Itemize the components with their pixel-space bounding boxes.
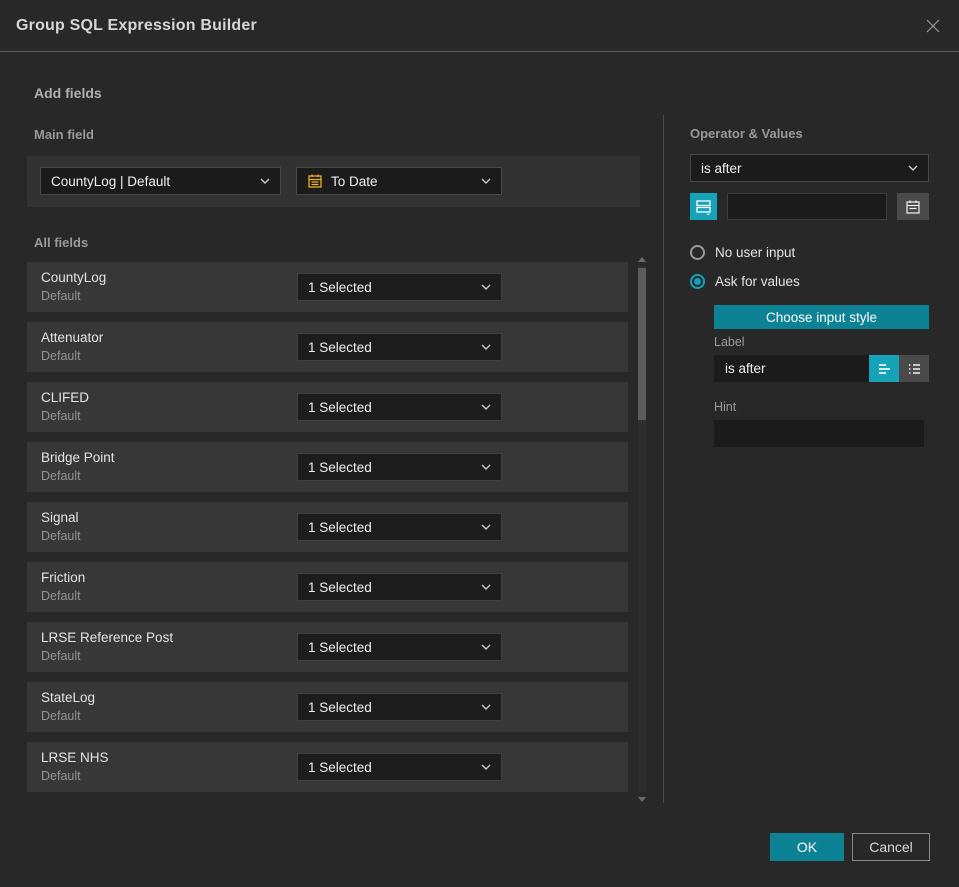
date-picker-button[interactable] <box>897 193 929 220</box>
close-icon <box>926 19 940 33</box>
radio-ask-for-values[interactable]: Ask for values <box>690 274 800 289</box>
field-selection-dropdown[interactable]: 1 Selected <box>297 693 502 721</box>
radio-circle-icon <box>690 245 705 260</box>
scroll-up-icon <box>638 256 646 262</box>
field-selection-dropdown[interactable]: 1 Selected <box>297 513 502 541</box>
operator-select-value: is after <box>701 160 742 176</box>
value-input[interactable] <box>727 193 887 220</box>
field-row: Signal Default 1 Selected <box>27 502 628 552</box>
ok-button[interactable]: OK <box>770 833 844 861</box>
chevron-down-icon <box>481 764 491 770</box>
field-selection-value: 1 Selected <box>308 519 372 535</box>
group-sql-expression-builder-dialog: Group SQL Expression Builder Add fields … <box>0 0 959 887</box>
field-selection-dropdown[interactable]: 1 Selected <box>297 333 502 361</box>
chevron-down-icon <box>481 644 491 650</box>
scrollbar-thumb[interactable] <box>638 268 646 420</box>
field-row: Friction Default 1 Selected <box>27 562 628 612</box>
value-row <box>690 193 929 220</box>
label-input[interactable] <box>714 355 869 382</box>
scroll-down-button[interactable] <box>636 794 648 804</box>
operator-values-heading: Operator & Values <box>690 126 803 141</box>
dialog-header: Group SQL Expression Builder <box>0 0 959 52</box>
unique-values-button[interactable] <box>690 193 717 220</box>
field-row: StateLog Default 1 Selected <box>27 682 628 732</box>
radio-circle-icon <box>690 274 705 289</box>
list-style-toggle[interactable] <box>899 355 929 382</box>
chevron-down-icon <box>481 704 491 710</box>
field-row: Bridge Point Default 1 Selected <box>27 442 628 492</box>
radio-label: No user input <box>715 245 796 260</box>
values-list-icon <box>696 200 711 215</box>
field-row: LRSE NHS Default 1 Selected <box>27 742 628 792</box>
all-fields-label: All fields <box>34 235 89 250</box>
operator-select[interactable]: is after <box>690 154 929 182</box>
calendar-icon <box>308 174 322 188</box>
field-selection-value: 1 Selected <box>308 459 372 475</box>
field-selection-dropdown[interactable]: 1 Selected <box>297 453 502 481</box>
dialog-title: Group SQL Expression Builder <box>16 16 257 34</box>
choose-input-style-button[interactable]: Choose input style <box>714 305 929 329</box>
bulleted-list-icon <box>908 364 920 374</box>
field-row: Attenuator Default 1 Selected <box>27 322 628 372</box>
main-field-label: Main field <box>34 127 94 142</box>
all-fields-list: CountyLog Default 1 Selected Attenuator … <box>27 262 628 802</box>
field-selection-dropdown[interactable]: 1 Selected <box>297 633 502 661</box>
field-row: LRSE Reference Post Default 1 Selected <box>27 622 628 672</box>
scroll-up-button[interactable] <box>636 254 648 264</box>
chevron-down-icon <box>481 344 491 350</box>
date-type-select[interactable]: To Date <box>296 167 502 195</box>
field-row: CountyLog Default 1 Selected <box>27 262 628 312</box>
date-type-select-value: To Date <box>331 173 378 189</box>
scroll-down-icon <box>638 796 646 802</box>
chevron-down-icon <box>481 178 491 184</box>
chevron-down-icon <box>481 464 491 470</box>
add-fields-heading: Add fields <box>34 85 102 101</box>
calendar-icon <box>906 200 920 214</box>
radio-label: Ask for values <box>715 274 800 289</box>
main-field-select-value: CountyLog | Default <box>51 173 171 189</box>
field-selection-dropdown[interactable]: 1 Selected <box>297 753 502 781</box>
field-selection-value: 1 Selected <box>308 279 372 295</box>
main-field-select[interactable]: CountyLog | Default <box>40 167 281 195</box>
hint-caption: Hint <box>714 400 737 414</box>
field-selection-value: 1 Selected <box>308 339 372 355</box>
panel-divider <box>663 115 664 803</box>
cancel-button[interactable]: Cancel <box>852 833 930 861</box>
chevron-down-icon <box>481 284 491 290</box>
field-selection-value: 1 Selected <box>308 399 372 415</box>
radio-no-user-input[interactable]: No user input <box>690 245 795 260</box>
close-button[interactable] <box>921 14 945 38</box>
hint-input[interactable] <box>714 420 924 447</box>
field-selection-dropdown[interactable]: 1 Selected <box>297 573 502 601</box>
fields-list-scrollbar[interactable] <box>636 254 648 804</box>
field-selection-value: 1 Selected <box>308 759 372 775</box>
chevron-down-icon <box>481 584 491 590</box>
field-selection-value: 1 Selected <box>308 639 372 655</box>
chevron-down-icon <box>260 178 270 184</box>
field-selection-dropdown[interactable]: 1 Selected <box>297 273 502 301</box>
field-selection-value: 1 Selected <box>308 579 372 595</box>
label-caption: Label <box>714 335 745 349</box>
align-left-icon <box>878 364 890 374</box>
field-row: CLIFED Default 1 Selected <box>27 382 628 432</box>
main-field-panel: CountyLog | Default To Date <box>27 156 640 207</box>
field-selection-value: 1 Selected <box>308 699 372 715</box>
field-selection-dropdown[interactable]: 1 Selected <box>297 393 502 421</box>
chevron-down-icon <box>481 524 491 530</box>
single-line-style-toggle[interactable] <box>869 355 899 382</box>
chevron-down-icon <box>908 165 918 171</box>
chevron-down-icon <box>481 404 491 410</box>
